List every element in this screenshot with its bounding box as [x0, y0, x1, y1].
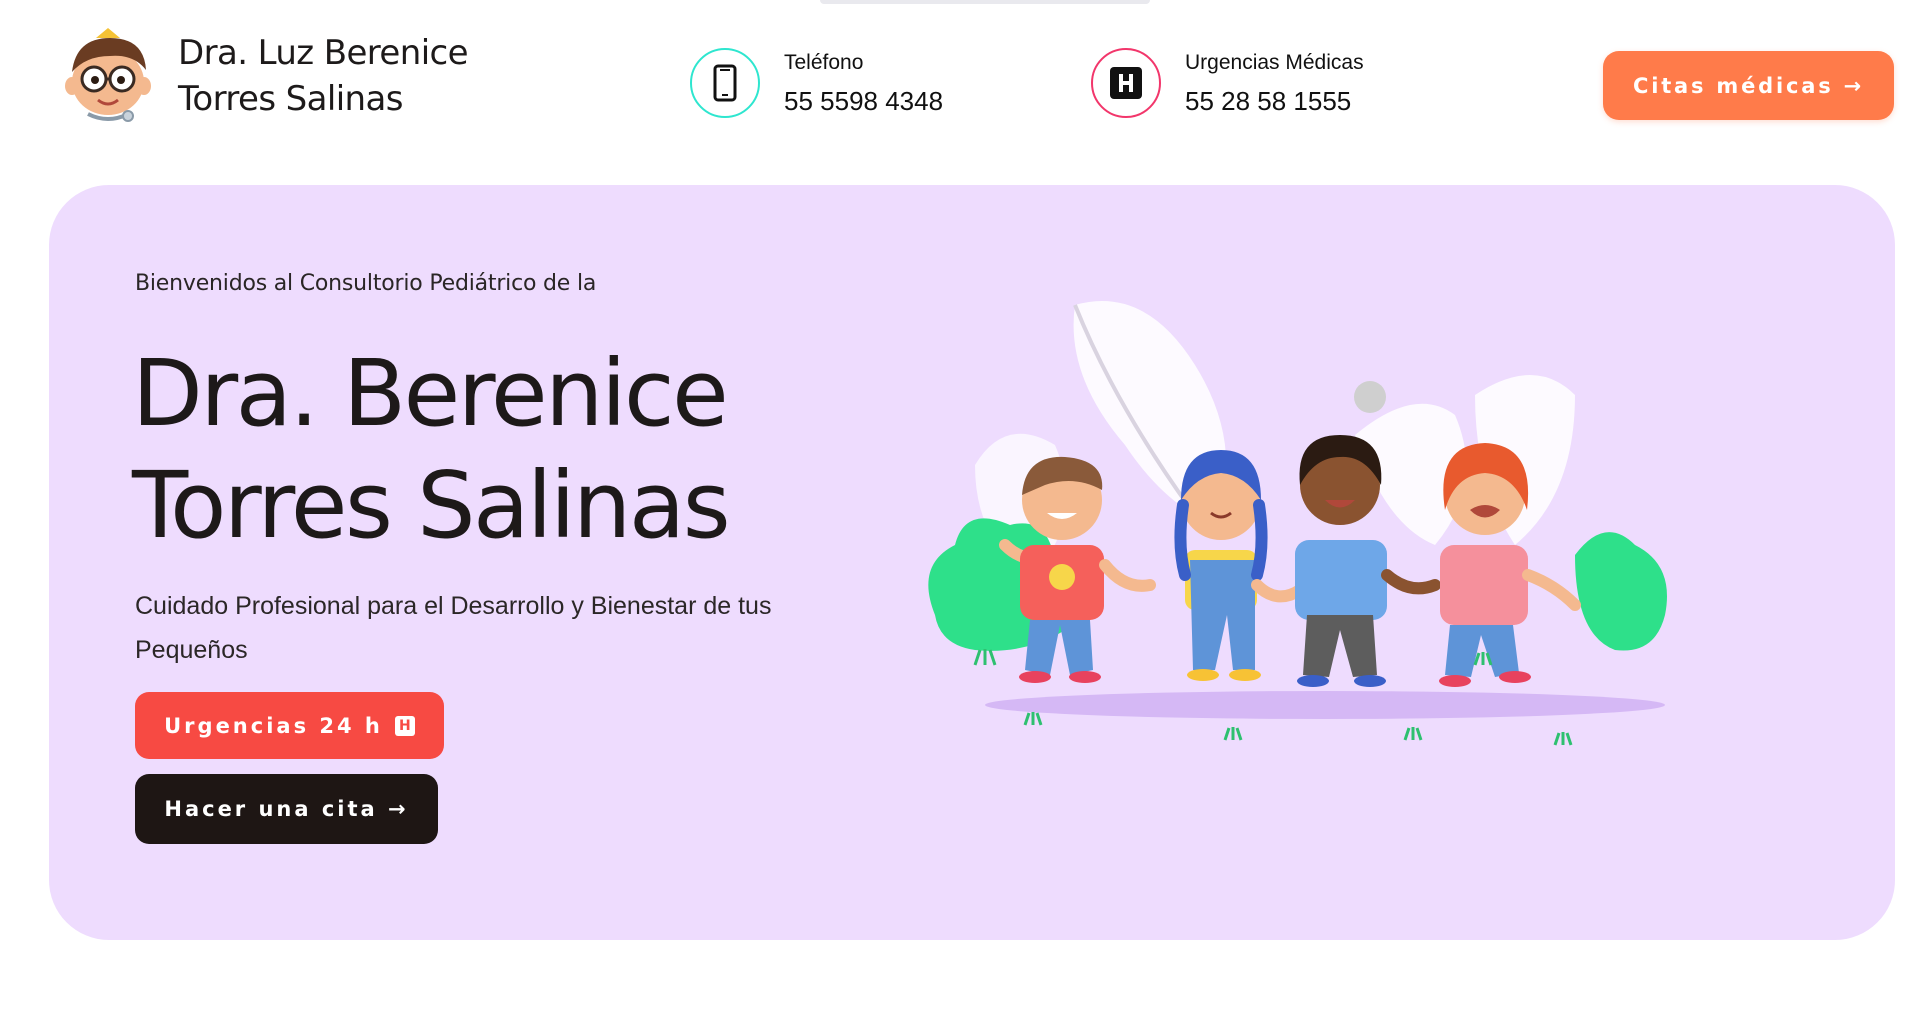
doctor-mascot-logo[interactable]: [58, 24, 160, 124]
brand-line-1: Dra. Luz Berenice: [178, 33, 469, 73]
citas-medicas-button[interactable]: Citas médicas →: [1603, 51, 1894, 120]
hero-title-line-2: Torres Salinas: [132, 452, 731, 559]
hero-subtitle: Cuidado Profesional para el Desarrollo y…: [135, 592, 772, 664]
hero-title-line-1: Dra. Berenice: [132, 340, 729, 447]
hacer-cita-button[interactable]: Hacer una cita →: [135, 774, 438, 844]
urgencias-button[interactable]: Urgencias 24 h H: [135, 692, 444, 759]
top-bar-shadow: [820, 0, 1150, 4]
site-header: Dra. Luz Berenice Torres Salinas Teléfon…: [0, 0, 1920, 170]
urgencias-button-label: Urgencias 24 h: [164, 713, 383, 738]
emergency-label: Urgencias Médicas: [1185, 51, 1364, 74]
phone-icon-circle: [690, 48, 760, 118]
emergency-contact[interactable]: Urgencias Médicas 55 28 58 1555: [1091, 48, 1364, 118]
children-holding-hands-illustration: [928, 301, 1667, 746]
hero-title: Dra. Berenice Torres Salinas: [132, 338, 731, 562]
hospital-icon-circle: [1091, 48, 1161, 118]
welcome-text: Bienvenidos al Consultorio Pediátrico de…: [135, 271, 597, 296]
brand-name[interactable]: Dra. Luz Berenice Torres Salinas: [178, 30, 469, 122]
smartphone-icon: [713, 64, 737, 102]
hospital-icon: [1110, 67, 1142, 99]
hospital-badge-icon: H: [394, 715, 415, 736]
emergency-number[interactable]: 55 28 58 1555: [1185, 86, 1364, 116]
brand-line-2: Torres Salinas: [178, 79, 403, 119]
phone-number[interactable]: 55 5598 4348: [784, 86, 943, 116]
phone-contact[interactable]: Teléfono 55 5598 4348: [690, 48, 943, 118]
phone-label: Teléfono: [784, 51, 864, 74]
